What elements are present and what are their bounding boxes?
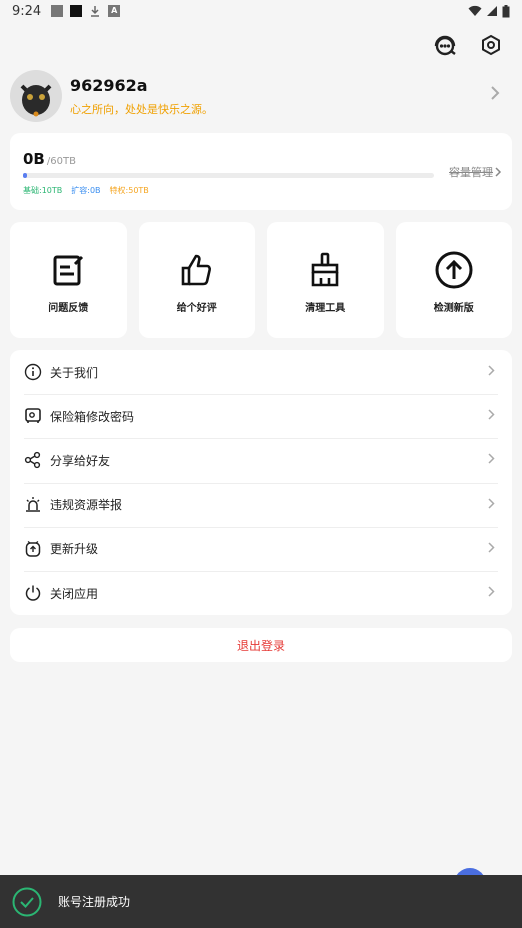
profile-row[interactable]: 962962a 心之所向，处处是快乐之源。 [10, 70, 512, 122]
notification-icon [51, 5, 64, 17]
user-motto: 心之所向，处处是快乐之源。 [70, 102, 213, 116]
thumbs-up-icon [181, 254, 211, 286]
capacity-management-label: 容量管理 [449, 166, 493, 179]
storage-legend: 基础:10TB 扩容:0B 特权:50TB [23, 185, 149, 196]
alarm-icon [24, 496, 42, 514]
info-icon [24, 363, 42, 381]
username: 962962a [70, 75, 148, 95]
avatar[interactable] [10, 70, 62, 122]
profile-info: 962962a 心之所向，处处是快乐之源。 [70, 76, 213, 117]
power-icon [24, 584, 42, 602]
chevron-right-icon [495, 167, 502, 177]
app-notification-icon: A [108, 5, 121, 17]
feedback-icon [53, 255, 84, 286]
storage-card: 0B/60TB 容量管理 基础:10TB 扩容:0B 特权:50TB [10, 133, 512, 210]
menu-label: 更新升级 [50, 542, 99, 557]
tile-label: 清理工具 [305, 303, 346, 314]
chevron-right-icon [491, 86, 500, 100]
menu-item-safe-password[interactable]: 保险箱修改密码 [10, 394, 512, 438]
storage-used: 0B [23, 150, 45, 168]
menu-item-about[interactable]: 关于我们 [10, 350, 512, 394]
notification-icon [70, 5, 83, 17]
menu-item-report[interactable]: 违规资源举报 [10, 482, 512, 527]
menu-label: 保险箱修改密码 [50, 409, 135, 424]
chevron-right-icon [488, 586, 495, 597]
signal-icon [487, 6, 497, 16]
chevron-right-icon [488, 542, 495, 553]
storage-usage: 0B/60TB [23, 149, 499, 168]
legend-privilege: 特权:50TB [109, 186, 149, 195]
menu-item-share[interactable]: 分享给好友 [10, 438, 512, 482]
tile-label: 给个好评 [176, 303, 217, 314]
wifi-icon [468, 5, 482, 16]
battery-icon [502, 4, 510, 17]
share-icon [24, 451, 42, 469]
menu-label: 分享给好友 [50, 453, 111, 468]
toast-message: 账号注册成功 [58, 895, 131, 909]
logout-label: 退出登录 [236, 638, 285, 653]
chevron-right-icon [488, 409, 495, 420]
clock-upgrade-icon [24, 540, 42, 558]
legend-basic: 基础:10TB [23, 186, 63, 195]
menu-label: 关于我们 [50, 365, 99, 380]
tile-label: 检测新版 [433, 303, 474, 314]
toast: 账号注册成功 [0, 875, 522, 928]
tile-label: 问题反馈 [48, 303, 89, 314]
legend-extended: 扩容:0B [71, 186, 101, 195]
arrow-up-circle-icon [435, 251, 473, 289]
broom-icon [311, 252, 339, 287]
status-time: 9:24 [12, 3, 42, 19]
menu-label: 违规资源举报 [50, 498, 123, 513]
tile-cleanup[interactable]: 清理工具 [267, 222, 384, 338]
storage-progress-fill [23, 173, 28, 178]
tile-rate[interactable]: 给个好评 [138, 222, 255, 338]
storage-total: /60TB [46, 156, 76, 167]
storage-progress-bar [23, 173, 434, 178]
chevron-right-icon [488, 453, 495, 464]
menu-item-close-app[interactable]: 关闭应用 [10, 570, 512, 615]
capacity-management-link[interactable]: 容量管理 [449, 164, 502, 180]
customer-service-icon[interactable] [432, 32, 458, 58]
chevron-right-icon [488, 498, 495, 509]
download-icon [89, 5, 101, 17]
quick-actions: 问题反馈 给个好评 清理工具 检测新版 [10, 222, 512, 338]
top-actions [432, 32, 504, 58]
safe-icon [24, 407, 42, 425]
tile-feedback[interactable]: 问题反馈 [10, 222, 127, 338]
settings-icon[interactable] [478, 32, 504, 58]
chevron-right-icon [488, 365, 495, 376]
menu-item-upgrade[interactable]: 更新升级 [10, 526, 512, 571]
menu-label: 关闭应用 [50, 586, 99, 601]
check-circle-icon [12, 887, 42, 916]
status-bar: 9:24 A [0, 0, 522, 22]
tile-check-update[interactable]: 检测新版 [395, 222, 512, 338]
status-right [468, 4, 510, 18]
logout-button[interactable]: 退出登录 [10, 628, 512, 662]
settings-menu: 关于我们 保险箱修改密码 分享给好友 违规资源举报 更新升级 关闭应用 [10, 350, 512, 615]
